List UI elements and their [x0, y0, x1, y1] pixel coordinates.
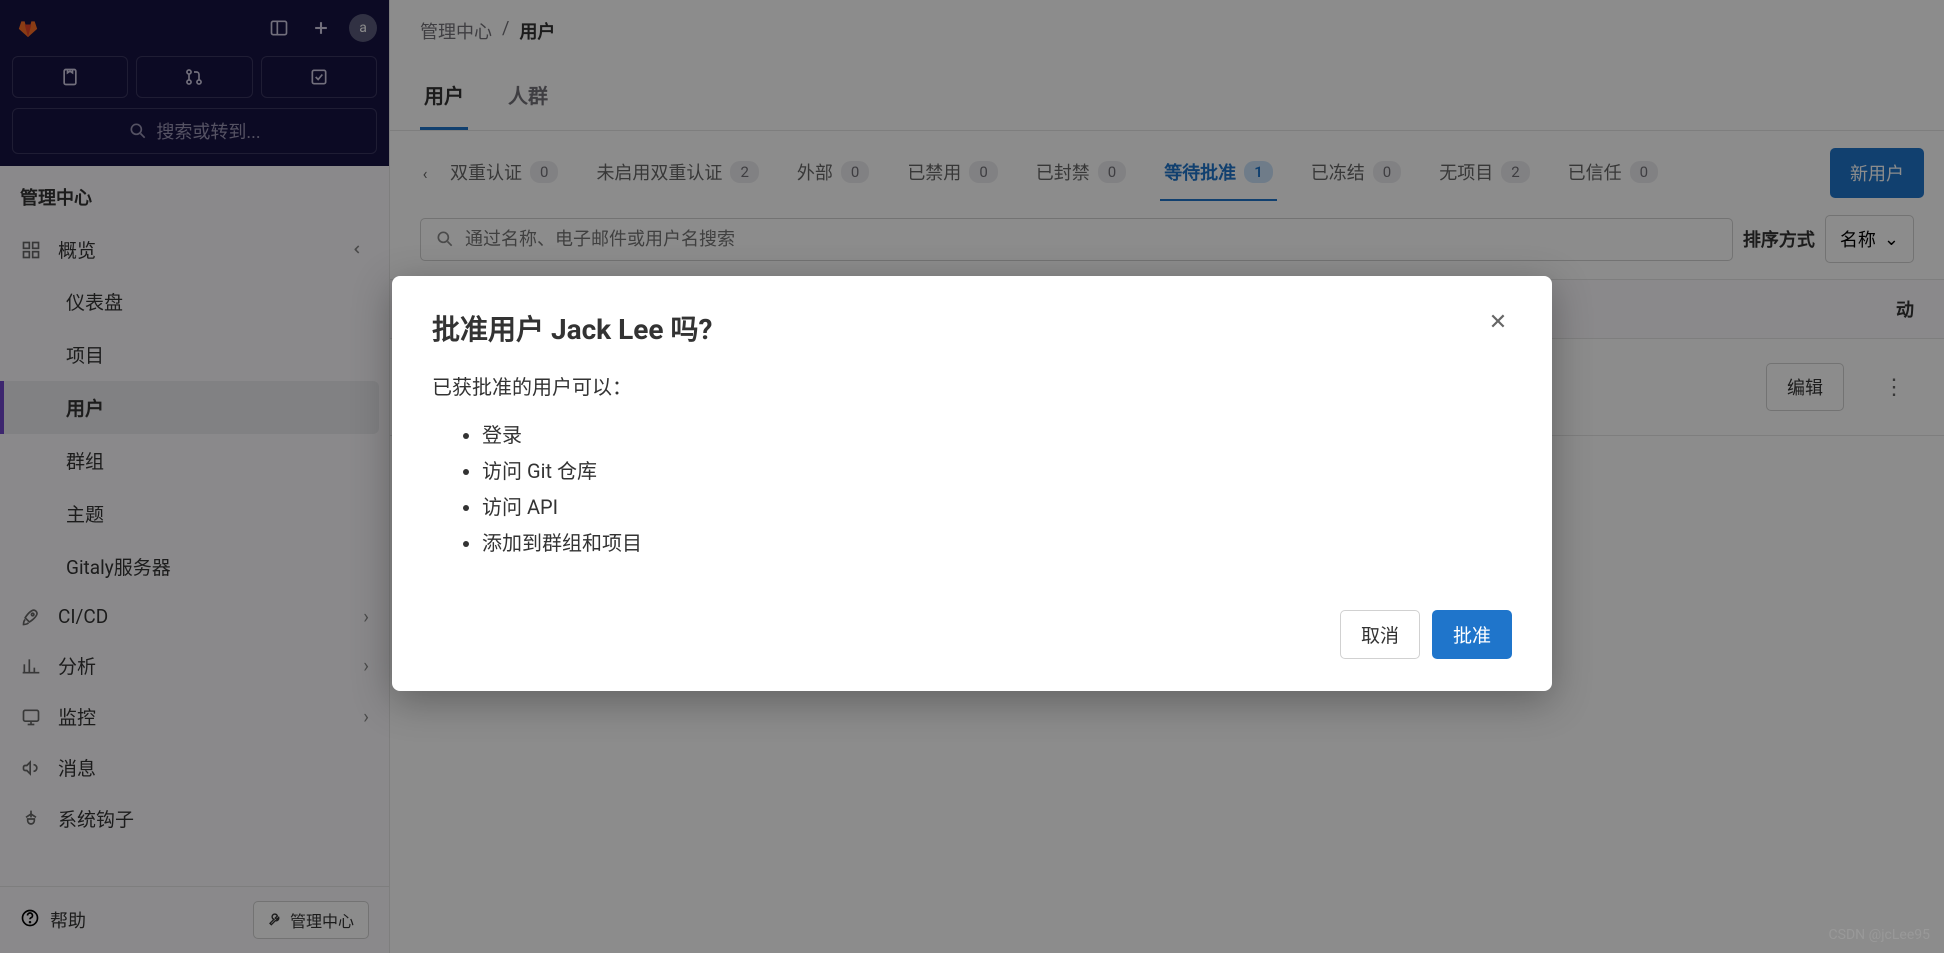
- modal-body: 已获批准的用户可以： 登录 访问 Git 仓库 访问 API 添加到群组和项目: [432, 370, 1512, 560]
- list-item: 登录: [482, 418, 1512, 452]
- modal-footer: 取消 批准: [432, 610, 1512, 659]
- modal-intro: 已获批准的用户可以：: [432, 370, 1512, 404]
- modal-permission-list: 登录 访问 Git 仓库 访问 API 添加到群组和项目: [482, 418, 1512, 560]
- list-item: 添加到群组和项目: [482, 526, 1512, 560]
- modal-title: 批准用户 Jack Lee 吗?: [432, 308, 712, 348]
- list-item: 访问 API: [482, 490, 1512, 524]
- list-item: 访问 Git 仓库: [482, 454, 1512, 488]
- modal-overlay[interactable]: 批准用户 Jack Lee 吗? ✕ 已获批准的用户可以： 登录 访问 Git …: [0, 0, 1944, 953]
- close-icon[interactable]: ✕: [1484, 308, 1512, 336]
- modal-header: 批准用户 Jack Lee 吗? ✕: [432, 308, 1512, 348]
- watermark: CSDN @jcLee95: [1829, 927, 1930, 943]
- cancel-button[interactable]: 取消: [1340, 610, 1420, 659]
- approve-button[interactable]: 批准: [1432, 610, 1512, 659]
- approve-user-modal: 批准用户 Jack Lee 吗? ✕ 已获批准的用户可以： 登录 访问 Git …: [392, 276, 1552, 691]
